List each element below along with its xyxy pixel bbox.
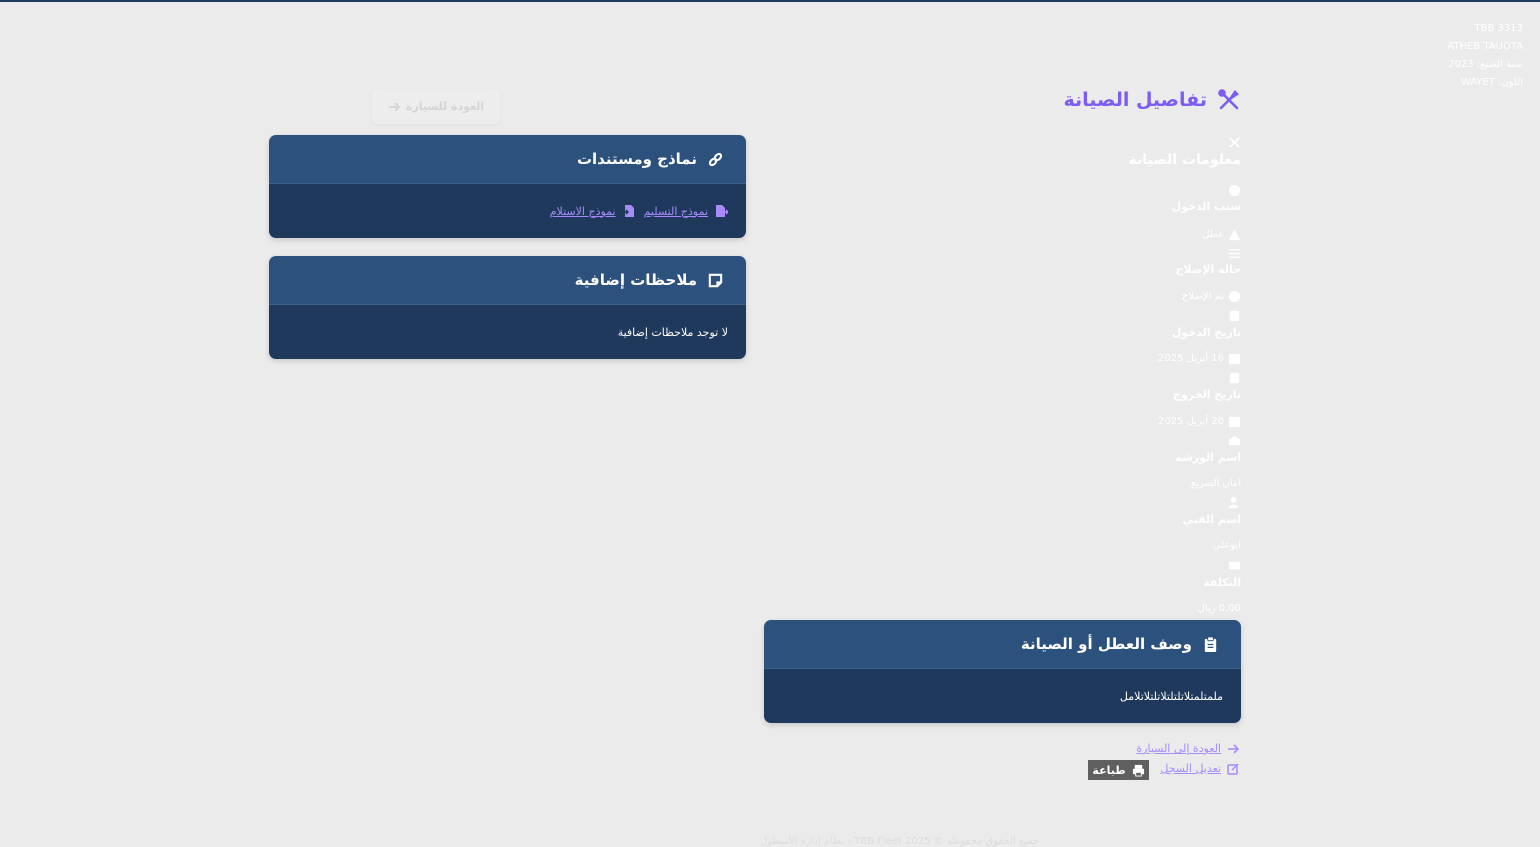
back-button-label: العودة للسيارة — [405, 100, 485, 113]
calendar-icon — [1229, 310, 1240, 322]
entry-reason-value-row: عطل — [1202, 228, 1241, 241]
calendar-day-icon — [1228, 353, 1241, 365]
repair-status-value: تم الإصلاح — [1181, 291, 1224, 302]
car-year: سنة الصنع: 2023 — [1448, 59, 1523, 70]
car-plate: TBB 3313 — [1474, 23, 1523, 34]
repair-status-label-row: حالة الإصلاح — [1175, 263, 1241, 276]
entry-reason-value: عطل — [1202, 229, 1224, 240]
printer-icon — [1132, 764, 1144, 777]
calendar-check-icon — [1228, 416, 1241, 428]
page-title-text: تفاصيل الصيانة — [1063, 89, 1207, 111]
notes-text: لا توجد ملاحظات إضافية — [617, 325, 728, 339]
workshop-label-row: اسم الورشة — [1175, 451, 1241, 464]
tools-small-icon — [1229, 137, 1240, 148]
page-title: تفاصيل الصيانة — [1063, 88, 1241, 112]
arrow-right-icon — [1228, 743, 1239, 754]
description-card-body: ملمتلمتلاتلتلتلاتلتلاتلامل — [764, 669, 1241, 723]
notes-title: ملاحظات إضافية — [574, 271, 697, 289]
entry-reason-label: سبب الدخول — [1171, 200, 1241, 213]
tools-icon — [1218, 89, 1240, 110]
documents-card-header: نماذج ومستندات — [269, 135, 746, 184]
edit-record-link[interactable]: تعديل السجل — [1160, 762, 1239, 775]
top-border — [0, 0, 1540, 2]
back-to-car-label: العودة إلى السيارة — [1136, 742, 1221, 755]
arrow-right-icon — [388, 101, 400, 112]
entry-date-label: تاريخ الدخول — [1171, 326, 1241, 339]
exit-date-value-row: 20 أبريل 2025 — [1158, 415, 1241, 428]
documents-card: نماذج ومستندات نموذج التسليم نموذج الاست… — [269, 135, 746, 238]
entry-date-icon-row — [1228, 309, 1241, 322]
documents-title: نماذج ومستندات — [576, 150, 697, 168]
money-bill-icon — [1228, 561, 1241, 570]
documents-card-body: نموذج التسليم نموذج الاستلام — [269, 184, 746, 238]
cost-value-row: 0.00 ريال — [1198, 603, 1241, 614]
car-color: اللون: WAYET — [1460, 77, 1523, 88]
user-gear-icon — [1228, 496, 1239, 509]
warning-icon — [1228, 228, 1241, 241]
cost-value: 0.00 ريال — [1197, 603, 1241, 614]
technician-icon-row — [1228, 496, 1241, 509]
technician-value-row: ابوعلي — [1213, 540, 1241, 551]
calendar-icon — [1229, 372, 1240, 384]
entry-date-label-row: تاريخ الدخول — [1172, 326, 1241, 339]
link-icon — [708, 152, 723, 166]
handover-form-link[interactable]: نموذج التسليم — [644, 204, 728, 218]
sticky-note-icon — [708, 273, 723, 287]
info-section-title: معلومات الصيانة — [1128, 152, 1242, 168]
exit-date-value: 20 أبريل 2025 — [1158, 416, 1224, 427]
cost-label-row: التكلفة — [1203, 576, 1241, 589]
file-export-icon — [716, 205, 728, 217]
print-button[interactable]: طباعة — [1088, 760, 1149, 780]
back-to-car-link[interactable]: العودة إلى السيارة — [1136, 742, 1239, 755]
exit-date-label: تاريخ الخروج — [1173, 388, 1241, 401]
entry-date-value-row: 16 أبريل 2025 — [1158, 352, 1241, 365]
receipt-form-label: نموذج الاستلام — [549, 204, 616, 218]
technician-value: ابوعلي — [1212, 540, 1241, 551]
entry-reason-icon-row — [1228, 184, 1241, 197]
description-card: وصف العطل أو الصيانة ملمتلمتلاتلتلتلاتلت… — [764, 620, 1241, 723]
print-button-label: طباعة — [1092, 763, 1126, 777]
description-text: ملمتلمتلاتلتلتلاتلتلاتلامل — [1119, 689, 1223, 703]
workshop-icon-row — [1228, 434, 1241, 447]
technician-label-row: اسم الفني — [1183, 513, 1241, 526]
document-links: نموذج التسليم نموذج الاستلام — [550, 204, 728, 218]
footer-text: جميع الحقوق محفوظة © 2025 TBB Fleet - نظ… — [760, 836, 1040, 847]
cost-label: التكلفة — [1203, 576, 1241, 589]
file-import-icon — [621, 205, 634, 217]
repair-status-icon-row — [1228, 247, 1241, 260]
exit-date-icon-row — [1228, 371, 1241, 384]
car-model: ATHEB TAUOTA — [1447, 41, 1523, 52]
entry-reason-label-row: سبب الدخول — [1172, 200, 1241, 213]
check-circle-icon — [1228, 290, 1241, 303]
repair-status-value-row: تم الإصلاح — [1182, 290, 1241, 303]
workshop-value-row: امان السريع — [1191, 478, 1241, 489]
workshop-value: امان السريع — [1190, 478, 1241, 489]
handover-form-label: نموذج التسليم — [643, 204, 708, 218]
edit-record-label: تعديل السجل — [1160, 762, 1221, 775]
description-title: وصف العطل أو الصيانة — [1020, 635, 1192, 653]
car-summary: TBB 3313 ATHEB TAUOTA سنة الصنع: 2023 ال… — [1447, 20, 1523, 92]
technician-label: اسم الفني — [1182, 513, 1241, 526]
clipboard-icon — [1204, 635, 1217, 652]
back-to-car-button[interactable]: العودة للسيارة — [372, 89, 500, 124]
notes-card-header: ملاحظات إضافية — [269, 256, 746, 305]
workshop-label: اسم الورشة — [1175, 451, 1241, 464]
info-circle-icon — [1228, 184, 1241, 197]
entry-date-value: 16 أبريل 2025 — [1158, 353, 1224, 364]
section-icon-row — [1228, 136, 1241, 149]
garage-icon — [1228, 435, 1241, 446]
repair-status-label: حالة الإصلاح — [1175, 263, 1241, 276]
description-card-header: وصف العطل أو الصيانة — [764, 620, 1241, 669]
list-icon — [1228, 249, 1241, 258]
receipt-form-link[interactable]: نموذج الاستلام — [550, 204, 636, 218]
edit-icon — [1227, 762, 1239, 775]
cost-icon-row — [1228, 559, 1241, 572]
notes-card-body: لا توجد ملاحظات إضافية — [269, 305, 746, 359]
notes-card: ملاحظات إضافية لا توجد ملاحظات إضافية — [269, 256, 746, 359]
exit-date-label-row: تاريخ الخروج — [1173, 388, 1241, 401]
